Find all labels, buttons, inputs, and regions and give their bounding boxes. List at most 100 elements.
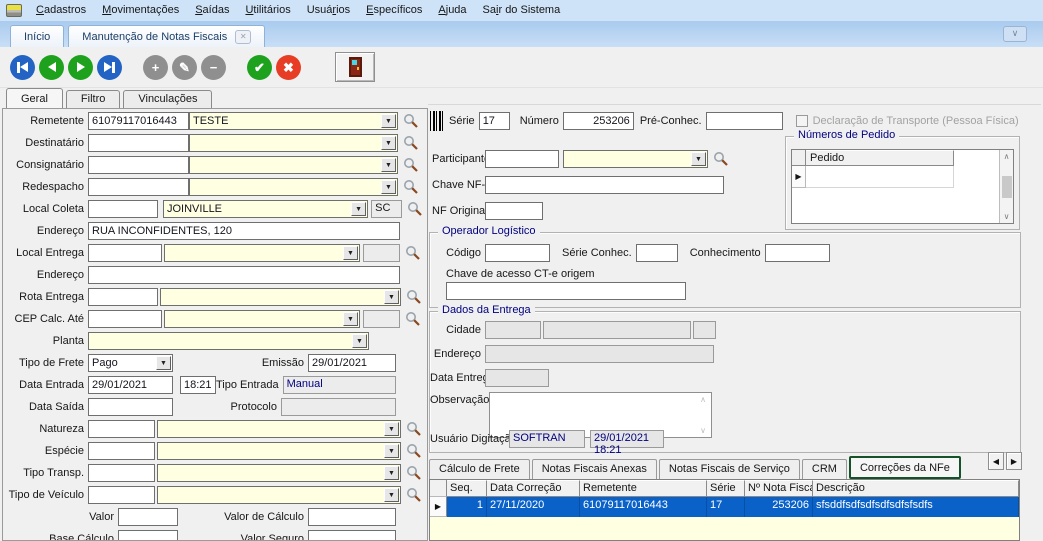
chave-nfe-input[interactable] (485, 176, 724, 194)
previous-record-button[interactable] (39, 55, 64, 80)
delete-record-button[interactable]: − (201, 55, 226, 80)
first-record-button[interactable] (10, 55, 35, 80)
serie-conhec-input[interactable] (636, 244, 678, 262)
endereco-coleta-input[interactable] (88, 222, 400, 240)
chevron-down-icon[interactable]: ▼ (384, 488, 399, 502)
data-saida-input[interactable] (88, 398, 173, 416)
menu-item-usuarios[interactable]: Usuários (299, 1, 358, 20)
base-calculo-input[interactable] (118, 530, 178, 541)
nf-original-input[interactable] (485, 202, 543, 220)
redespacho-code-input[interactable] (88, 178, 189, 196)
cancel-button[interactable]: ✖ (276, 55, 301, 80)
search-icon[interactable] (405, 486, 423, 504)
next-record-button[interactable] (68, 55, 93, 80)
chevron-down-icon[interactable]: ▼ (691, 152, 706, 166)
search-icon[interactable] (712, 150, 730, 168)
local-coleta-code-input[interactable] (88, 200, 158, 218)
search-icon[interactable] (405, 288, 423, 306)
table-row-selected[interactable]: ▶ 1 27/11/2020 61079117016443 17 253206 … (430, 497, 1019, 517)
chevron-down-icon[interactable]: ▼ (351, 202, 366, 216)
numero-input[interactable] (563, 112, 634, 130)
redespacho-combo[interactable]: ▼ (189, 178, 398, 196)
chevron-down-icon[interactable]: ▼ (343, 246, 358, 260)
especie-code-input[interactable] (88, 442, 155, 460)
rota-entrega-code-input[interactable] (88, 288, 158, 306)
menu-item-sair-do-sistema[interactable]: Sair do Sistema (475, 1, 569, 20)
menu-item-saidas[interactable]: Saídas (187, 1, 237, 20)
especie-combo[interactable]: ▼ (157, 442, 401, 460)
chave-cte-input[interactable] (446, 282, 686, 300)
pedido-cell[interactable] (806, 166, 954, 188)
tab-overflow-button[interactable]: ∨ (1003, 26, 1027, 42)
search-icon[interactable] (402, 156, 420, 174)
tipo-transp-combo[interactable]: ▼ (157, 464, 401, 482)
tab-vinculacoes[interactable]: Vinculações (123, 90, 212, 108)
menu-item-especificos[interactable]: Específicos (358, 1, 430, 20)
search-icon[interactable] (404, 244, 422, 262)
participante-code-input[interactable] (485, 150, 559, 168)
natureza-combo[interactable]: ▼ (157, 420, 401, 438)
chevron-down-icon[interactable]: ▼ (384, 444, 399, 458)
tab-notas-fiscais-de-servico[interactable]: Notas Fiscais de Serviço (659, 459, 800, 479)
tab-correcoes-da-nfe[interactable]: Correções da NFe (849, 456, 961, 479)
rota-entrega-combo[interactable]: ▼ (160, 288, 401, 306)
tipo-veiculo-combo[interactable]: ▼ (157, 486, 401, 504)
scroll-down-icon[interactable]: ∨ (700, 426, 706, 435)
chevron-down-icon[interactable]: ▼ (343, 312, 358, 326)
scroll-thumb[interactable] (1002, 176, 1012, 198)
scroll-tabs-left-button[interactable]: ◀ (988, 452, 1004, 470)
planta-combo[interactable]: ▼ (88, 332, 369, 350)
tab-manutencao-notas-fiscais[interactable]: Manutenção de Notas Fiscais ✕ (68, 25, 265, 47)
chevron-down-icon[interactable]: ▼ (381, 158, 396, 172)
pedidos-row[interactable]: ▶ (792, 166, 999, 188)
endereco-entrega-input[interactable] (88, 266, 400, 284)
search-icon[interactable] (405, 464, 423, 482)
scroll-up-icon[interactable]: ∧ (1004, 152, 1010, 161)
remetente-code-input[interactable] (88, 112, 189, 130)
tab-crm[interactable]: CRM (802, 459, 847, 479)
menu-item-ajuda[interactable]: Ajuda (430, 1, 474, 20)
add-record-button[interactable]: + (143, 55, 168, 80)
codigo-input[interactable] (485, 244, 550, 262)
observacao-scrollbar[interactable]: ∧ ∨ (697, 395, 709, 435)
search-icon[interactable] (405, 442, 423, 460)
participante-combo[interactable]: ▼ (563, 150, 708, 168)
declaracao-transporte-checkbox[interactable] (796, 115, 808, 127)
cep-calc-combo[interactable]: ▼ (164, 310, 360, 328)
chevron-down-icon[interactable]: ▼ (352, 334, 367, 348)
tipo-transp-code-input[interactable] (88, 464, 155, 482)
search-icon[interactable] (402, 112, 420, 130)
last-record-button[interactable] (97, 55, 122, 80)
tab-calculo-de-frete[interactable]: Cálculo de Frete (429, 459, 530, 479)
chevron-down-icon[interactable]: ▼ (384, 290, 399, 304)
destinatario-code-input[interactable] (88, 134, 189, 152)
pedidos-scrollbar[interactable]: ∧ ∨ (999, 150, 1013, 223)
search-icon[interactable] (402, 178, 420, 196)
valor-calculo-input[interactable] (308, 508, 396, 526)
tipo-veiculo-code-input[interactable] (88, 486, 155, 504)
edit-record-button[interactable]: ✎ (172, 55, 197, 80)
search-icon[interactable] (404, 310, 422, 328)
tipo-frete-combo[interactable]: Pago ▼ (88, 354, 173, 372)
pre-conhec-input[interactable] (706, 112, 783, 130)
emissao-input[interactable] (308, 354, 396, 372)
scroll-tabs-right-button[interactable]: ▶ (1006, 452, 1022, 470)
scroll-down-icon[interactable]: ∨ (1004, 212, 1010, 221)
exit-button[interactable] (335, 52, 375, 82)
menu-item-cadastros[interactable]: Cadastros (28, 1, 94, 20)
chevron-down-icon[interactable]: ▼ (384, 466, 399, 480)
menu-item-utilitarios[interactable]: Utilitários (237, 1, 298, 20)
local-coleta-combo[interactable]: JOINVILLE ▼ (163, 200, 368, 218)
cep-calc-code-input[interactable] (88, 310, 162, 328)
chevron-down-icon[interactable]: ▼ (381, 136, 396, 150)
chevron-down-icon[interactable]: ▼ (156, 356, 171, 370)
search-icon[interactable] (405, 420, 423, 438)
confirm-button[interactable]: ✔ (247, 55, 272, 80)
tab-inicio[interactable]: Início (10, 25, 64, 47)
search-icon[interactable] (402, 134, 420, 152)
valor-seguro-input[interactable] (308, 530, 396, 541)
local-entrega-code-input[interactable] (88, 244, 162, 262)
hora-entrada-input[interactable] (180, 376, 216, 394)
tab-geral[interactable]: Geral (6, 88, 63, 108)
chevron-down-icon[interactable]: ▼ (381, 180, 396, 194)
